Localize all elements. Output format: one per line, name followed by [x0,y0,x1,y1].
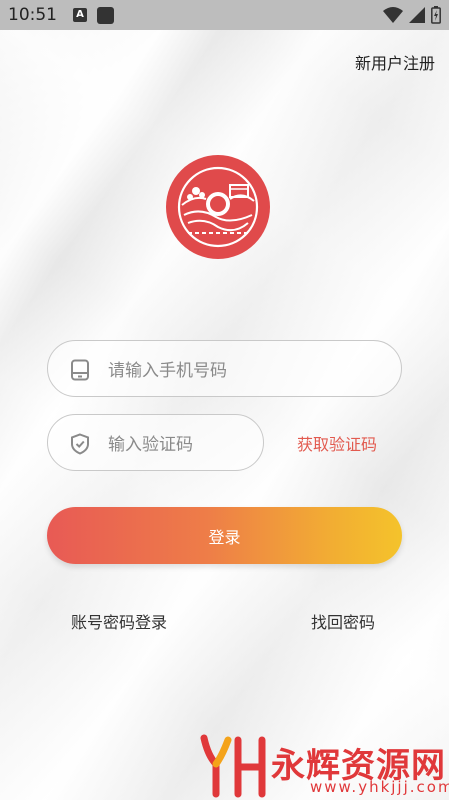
watermark-url: www.yhkjjj.com [310,778,449,796]
app-logo [166,155,270,259]
register-link[interactable]: 新用户注册 [355,50,435,74]
wifi-icon [383,7,403,23]
status-time: 10:51 [8,5,57,25]
phone-input[interactable]: 请输入手机号码 [47,340,402,397]
notification-a-icon: A [73,8,87,22]
app-notification-icon [97,6,114,24]
account-password-login-link[interactable]: 账号密码登录 [71,609,167,633]
watermark: 永辉资源网 www.yhkjjj.com [198,734,449,800]
shield-check-icon [71,433,89,455]
status-bar: 10:51 A [0,0,449,30]
battery-icon [431,6,441,24]
login-button[interactable]: 登录 [47,507,402,564]
tablet-icon [71,359,89,381]
status-icons [383,6,441,24]
verification-code-input[interactable]: 输入验证码 [47,414,264,471]
signal-icon [409,7,425,23]
phone-placeholder: 请输入手机号码 [108,361,227,381]
get-code-button[interactable]: 获取验证码 [297,431,377,455]
code-placeholder: 输入验证码 [108,435,193,455]
watermark-logo-icon [200,734,266,798]
forgot-password-link[interactable]: 找回密码 [311,609,375,633]
background [0,0,449,800]
